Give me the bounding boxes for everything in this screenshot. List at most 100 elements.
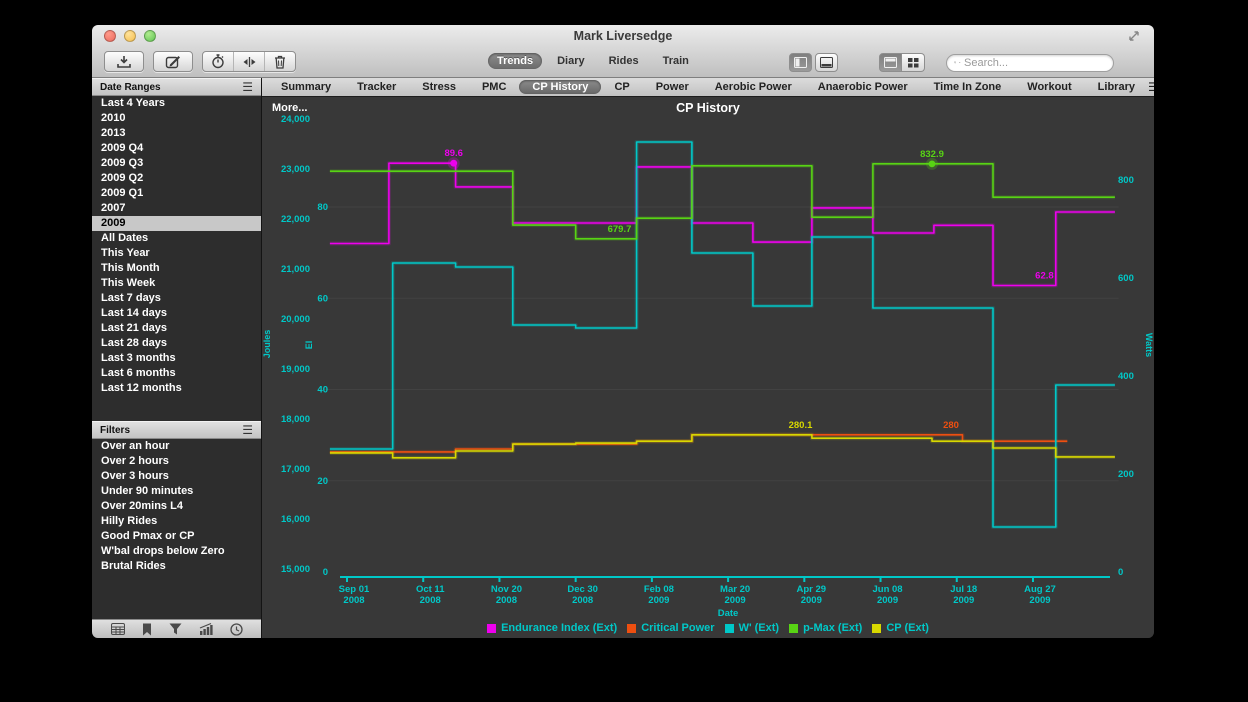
grid-view-button[interactable] [902, 53, 925, 72]
filter-item-brutal-rides[interactable]: Brutal Rides [92, 559, 261, 574]
chart-icon[interactable] [199, 623, 213, 635]
split-view-button[interactable] [233, 52, 264, 71]
tab-summary[interactable]: Summary [268, 80, 344, 94]
legend-item-w-ext: W' (Ext) [725, 622, 780, 634]
date-ranges-menu-icon[interactable]: ☰ [242, 81, 253, 93]
date-range-item-2009-q1[interactable]: 2009 Q1 [92, 186, 261, 201]
date-range-item-2007[interactable]: 2007 [92, 201, 261, 216]
date-range-item-2009-q3[interactable]: 2009 Q3 [92, 156, 261, 171]
edit-icon [165, 55, 181, 69]
tab-time-in-zone[interactable]: Time In Zone [921, 80, 1015, 94]
filters-list: Over an hourOver 2 hoursOver 3 hoursUnde… [92, 439, 261, 574]
chart-area: More... CP History Sep 012008Oct 112008N… [262, 97, 1154, 638]
date-range-item-2009-q2[interactable]: 2009 Q2 [92, 171, 261, 186]
tabbar-menu-icon[interactable]: ☰ [1148, 81, 1154, 93]
tab-cp-history[interactable]: CP History [519, 80, 601, 94]
svg-text:200: 200 [1118, 469, 1134, 480]
search-options-chevron-icon[interactable] [959, 60, 961, 65]
date-range-item-this-month[interactable]: This Month [92, 261, 261, 276]
date-range-item-this-week[interactable]: This Week [92, 276, 261, 291]
legend-item-critical-power: Critical Power [627, 622, 714, 634]
bookmark-icon[interactable] [142, 623, 152, 636]
filter-item-over-an-hour[interactable]: Over an hour [92, 439, 261, 454]
cp-history-plot[interactable]: Sep 012008Oct 112008Nov 202008Dec 302008… [262, 97, 1153, 638]
view-tab-trends[interactable]: Trends [488, 53, 542, 69]
tab-anaerobic-power[interactable]: Anaerobic Power [805, 80, 921, 94]
date-range-item-2009[interactable]: 2009 [92, 216, 261, 231]
view-tab-rides[interactable]: Rides [600, 53, 648, 69]
date-range-item-last-14-days[interactable]: Last 14 days [92, 306, 261, 321]
filter-item-hilly-rides[interactable]: Hilly Rides [92, 514, 261, 529]
svg-text:23,000: 23,000 [281, 164, 310, 175]
clock-icon[interactable] [230, 623, 243, 636]
svg-text:60: 60 [317, 293, 328, 304]
app-window: Mark Liversedge [92, 25, 1154, 638]
tab-tracker[interactable]: Tracker [344, 80, 409, 94]
svg-text:80: 80 [317, 202, 328, 213]
sidebar-footer [92, 619, 261, 638]
summary-icon[interactable] [111, 623, 125, 635]
legend-label: Critical Power [641, 622, 714, 634]
tab-cp[interactable]: CP [601, 80, 642, 94]
toolbar-left-buttons [104, 51, 296, 72]
bottom-panel-toggle-button[interactable] [815, 53, 838, 72]
legend-item-endurance-index-ext: Endurance Index (Ext) [487, 622, 617, 634]
filters-menu-icon[interactable]: ☰ [242, 424, 253, 436]
download-button[interactable] [104, 51, 144, 72]
legend-swatch [487, 624, 496, 633]
filter-item-over-3-hours[interactable]: Over 3 hours [92, 469, 261, 484]
svg-text:600: 600 [1118, 273, 1134, 284]
sidebar-toggle-icon [794, 57, 807, 68]
legend-label: Endurance Index (Ext) [501, 622, 617, 634]
filter-item-under-90-minutes[interactable]: Under 90 minutes [92, 484, 261, 499]
date-range-item-last-3-months[interactable]: Last 3 months [92, 351, 261, 366]
date-range-item-this-year[interactable]: This Year [92, 246, 261, 261]
filter-item-w-bal-drops-below-zero[interactable]: W'bal drops below Zero [92, 544, 261, 559]
date-ranges-title: Date Ranges [100, 82, 161, 93]
toolbar-right [789, 53, 1114, 72]
date-range-item-2013[interactable]: 2013 [92, 126, 261, 141]
svg-text:800: 800 [1118, 175, 1134, 186]
tab-workout[interactable]: Workout [1014, 80, 1084, 94]
stopwatch-button[interactable] [203, 52, 233, 71]
svg-text:Date: Date [718, 608, 739, 619]
date-range-item-last-21-days[interactable]: Last 21 days [92, 321, 261, 336]
svg-text:Aug 272009: Aug 272009 [1024, 584, 1056, 606]
delete-button[interactable] [264, 52, 295, 71]
date-range-item-last-28-days[interactable]: Last 28 days [92, 336, 261, 351]
date-range-item-2010[interactable]: 2010 [92, 111, 261, 126]
svg-text:Watts: Watts [1144, 333, 1153, 357]
search-box[interactable] [946, 54, 1114, 72]
legend-swatch [627, 624, 636, 633]
date-range-item-last-6-months[interactable]: Last 6 months [92, 366, 261, 381]
date-range-item-2009-q4[interactable]: 2009 Q4 [92, 141, 261, 156]
date-range-item-last-7-days[interactable]: Last 7 days [92, 291, 261, 306]
svg-text:Feb 082009: Feb 082009 [644, 584, 674, 606]
filter-item-over-20mins-l4[interactable]: Over 20mins L4 [92, 499, 261, 514]
tab-stress[interactable]: Stress [409, 80, 469, 94]
tab-power[interactable]: Power [643, 80, 702, 94]
filter-icon[interactable] [169, 623, 182, 635]
date-range-item-last-4-years[interactable]: Last 4 Years [92, 96, 261, 111]
view-tab-train[interactable]: Train [654, 53, 698, 69]
resize-icon[interactable] [1128, 30, 1140, 42]
filter-item-over-2-hours[interactable]: Over 2 hours [92, 454, 261, 469]
svg-text:Jun 082009: Jun 082009 [872, 584, 902, 606]
svg-text:21,000: 21,000 [281, 264, 310, 275]
sidebar-toggle-button[interactable] [789, 53, 812, 72]
date-range-item-all-dates[interactable]: All Dates [92, 231, 261, 246]
svg-text:18,000: 18,000 [281, 414, 310, 425]
tab-aerobic-power[interactable]: Aerobic Power [702, 80, 805, 94]
view-tab-diary[interactable]: Diary [548, 53, 594, 69]
edit-button[interactable] [153, 51, 193, 72]
search-input[interactable] [964, 57, 1106, 69]
date-range-item-last-12-months[interactable]: Last 12 months [92, 381, 261, 396]
filter-item-good-pmax-or-cp[interactable]: Good Pmax or CP [92, 529, 261, 544]
tab-pmc[interactable]: PMC [469, 80, 519, 94]
sidebar-gap [92, 396, 261, 421]
tab-library[interactable]: Library [1085, 80, 1148, 94]
tiled-view-button[interactable] [879, 53, 902, 72]
svg-text:679.7: 679.7 [608, 224, 632, 235]
sidebar: Date Ranges ☰ Last 4 Years201020132009 Q… [92, 78, 262, 638]
svg-text:Sep 012008: Sep 012008 [339, 584, 370, 606]
